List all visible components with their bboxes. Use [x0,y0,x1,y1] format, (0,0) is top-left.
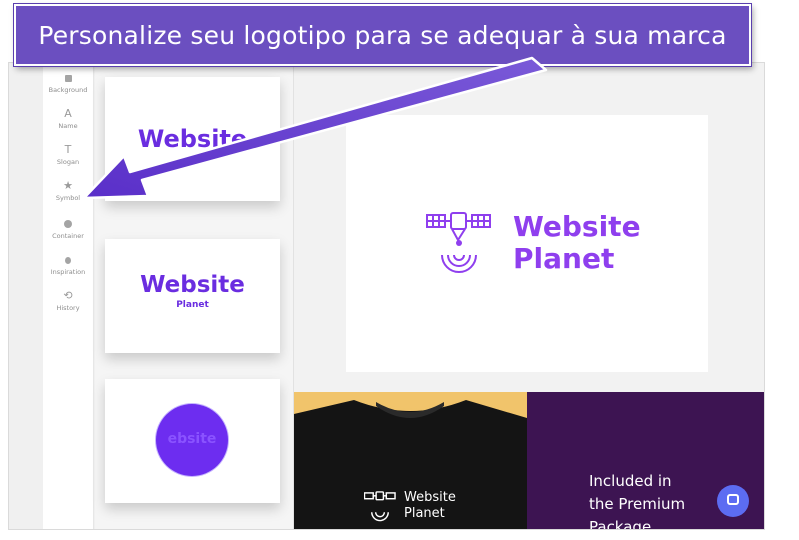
annotation-arrow [82,56,548,200]
